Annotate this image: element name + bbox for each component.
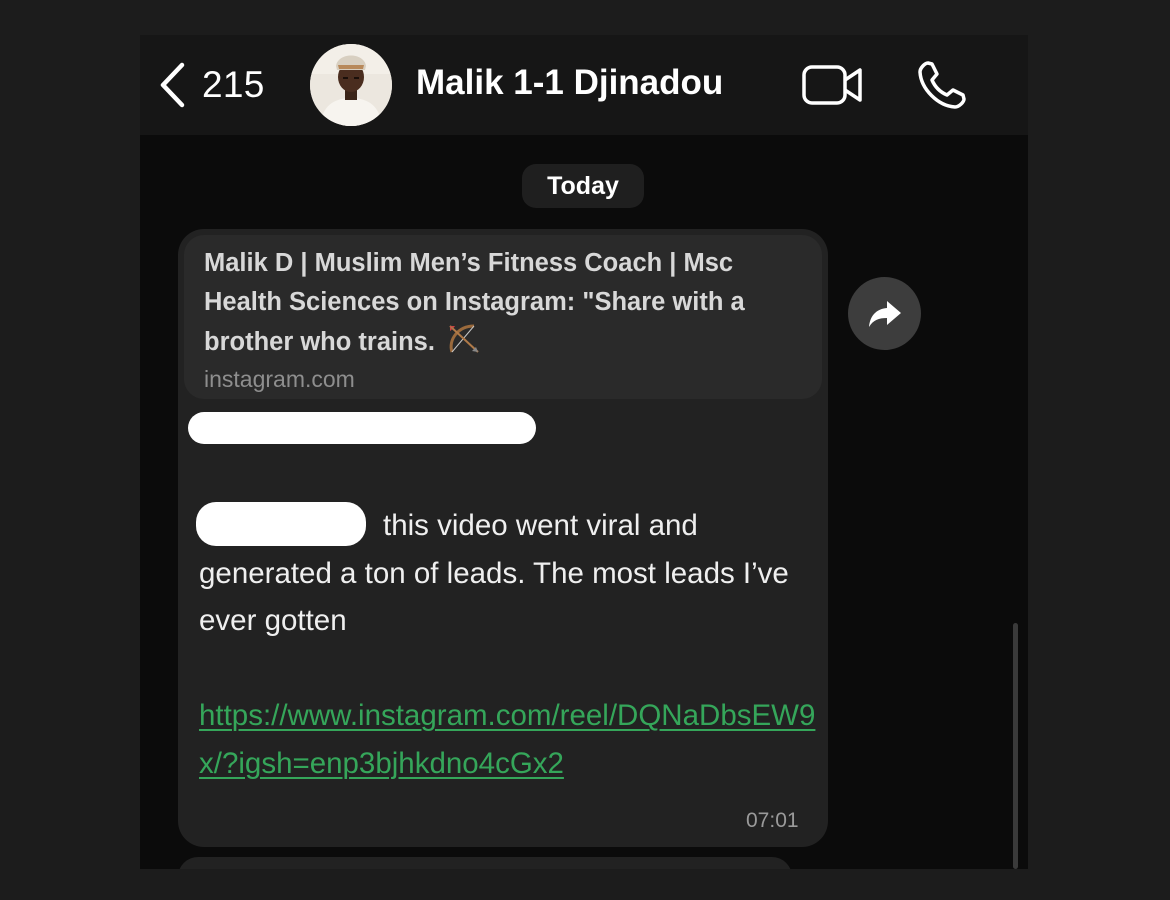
- redaction-mark: [188, 412, 536, 444]
- date-separator: Today: [522, 164, 644, 208]
- back-button[interactable]: 215: [158, 59, 278, 111]
- phone-icon: [918, 61, 966, 109]
- chevron-left-icon: [160, 62, 185, 108]
- video-camera-icon: [802, 65, 862, 105]
- unread-count: 215: [202, 64, 265, 105]
- link-preview-card[interactable]: Malik D | Muslim Men’s Fitness Coach | M…: [184, 235, 822, 399]
- chat-header: 215 Malik 1-1 Djinadou: [140, 35, 1028, 135]
- message-timestamp: 07:01: [746, 809, 799, 832]
- chat-screen: 215 Malik 1-1 Djinadou Today Malik D | M…: [140, 35, 1028, 869]
- message-bubble[interactable]: Malik D | Muslim Men’s Fitness Coach | M…: [178, 229, 828, 847]
- link-preview-domain: instagram.com: [204, 366, 355, 392]
- link-preview-title: Malik D | Muslim Men’s Fitness Coach | M…: [204, 244, 814, 368]
- bow-and-arrow-emoji-icon: [446, 322, 482, 368]
- next-message-bubble[interactable]: [178, 857, 792, 869]
- forward-button[interactable]: [848, 277, 921, 350]
- redaction-mark: [196, 502, 366, 546]
- scrollbar[interactable]: [1013, 623, 1018, 869]
- message-link[interactable]: https://www.instagram.com/reel/DQNaDbsEW…: [199, 692, 819, 787]
- forward-arrow-icon: [868, 300, 901, 327]
- bow-and-arrow-icon: [449, 324, 479, 353]
- video-call-button[interactable]: [802, 65, 864, 105]
- voice-call-button[interactable]: [916, 59, 968, 111]
- avatar[interactable]: [310, 44, 392, 126]
- person-avatar-icon: [310, 44, 392, 126]
- contact-name[interactable]: Malik 1-1 Djinadou: [416, 63, 723, 103]
